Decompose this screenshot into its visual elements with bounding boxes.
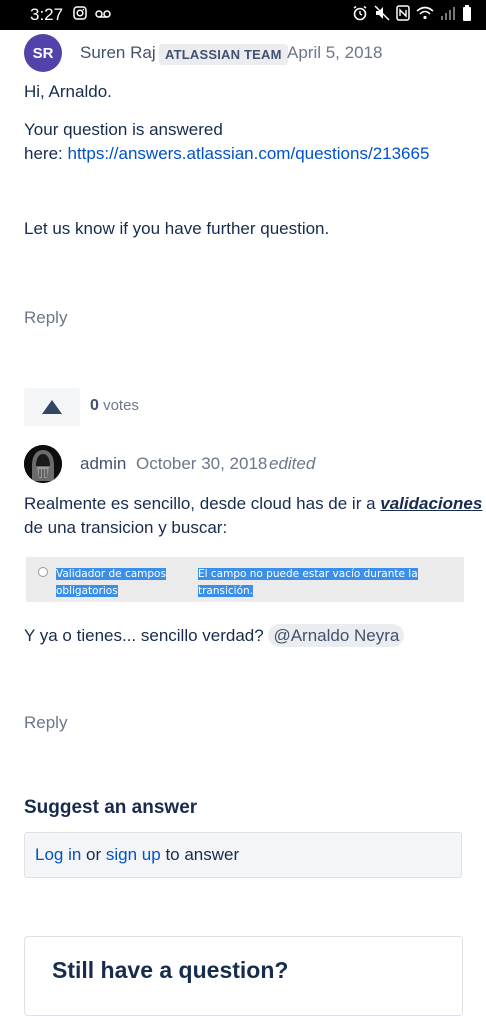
instagram-icon xyxy=(73,5,87,25)
or-text: or xyxy=(81,845,106,864)
embedded-field-description: El campo no puede estar vacío durante la… xyxy=(198,568,418,597)
mention-line: Y ya o tienes... sencillo verdad? @Arnal… xyxy=(24,624,405,648)
link-prefix: here: xyxy=(24,144,68,163)
alarm-icon xyxy=(352,5,368,26)
triangle-up-icon xyxy=(42,400,62,414)
login-link[interactable]: Log in xyxy=(35,845,81,865)
signal-icon xyxy=(440,6,456,25)
embedded-field-label: Validador de campos xyxy=(56,568,166,580)
admin-avatar[interactable] xyxy=(24,445,62,483)
question-card: Still have a question? xyxy=(24,936,463,1016)
upvote-button[interactable] xyxy=(24,388,80,426)
reply-button[interactable]: Reply xyxy=(24,713,67,733)
hooded-figure-icon xyxy=(24,445,62,483)
avatar[interactable]: SR xyxy=(24,34,62,72)
greeting-text: Hi, Arnaldo. xyxy=(24,82,112,101)
edited-label: edited xyxy=(269,454,316,473)
answer-link[interactable]: https://answers.atlassian.com/questions/… xyxy=(67,144,429,163)
post-date: October 30, 2018 xyxy=(136,454,268,473)
signup-link[interactable]: sign up xyxy=(106,845,161,865)
radio-icon xyxy=(38,567,48,577)
answer-link-line: here: https://answers.atlassian.com/ques… xyxy=(24,142,429,166)
vote-count: 0 votes xyxy=(90,397,139,415)
text-part3: Y ya o tienes... sencillo verdad? xyxy=(24,626,269,645)
vote-label: votes xyxy=(103,397,139,414)
author-name[interactable]: Suren Raj xyxy=(80,43,156,63)
answer-text: Your question is answered xyxy=(24,120,223,139)
status-bar: 3:27 xyxy=(0,0,486,30)
user-mention[interactable]: @Arnaldo Neyra xyxy=(268,624,405,647)
text-part1: Realmente es sencillo, desde cloud has d… xyxy=(24,494,381,513)
answer-text: Realmente es sencillo, desde cloud has d… xyxy=(24,492,482,516)
vote-number: 0 xyxy=(90,397,99,414)
emphasis-validaciones: validaciones xyxy=(380,494,483,513)
battery-icon xyxy=(462,4,472,26)
followup-text: Let us know if you have further question… xyxy=(24,219,330,238)
nfc-icon xyxy=(396,4,410,26)
mute-icon xyxy=(374,4,390,26)
to-answer-text: to answer xyxy=(160,845,240,864)
embedded-field-label-2: obligatorios xyxy=(56,585,118,597)
card-title: Still have a question? xyxy=(52,957,289,983)
status-time: 3:27 xyxy=(30,5,64,24)
suggest-title: Suggest an answer xyxy=(24,797,198,818)
reply-button[interactable]: Reply xyxy=(24,308,67,328)
embedded-screenshot: Validador de campos obligatorios El camp… xyxy=(26,557,464,602)
answer-text-line2: de una transicion y buscar: xyxy=(24,518,228,537)
author-name[interactable]: admin xyxy=(80,454,126,474)
team-badge: ATLASSIAN TEAM xyxy=(159,44,288,65)
wifi-icon xyxy=(416,6,434,25)
voicemail-icon xyxy=(95,6,111,24)
login-box: Log in or sign up to answer xyxy=(24,832,462,878)
post-date: April 5, 2018 xyxy=(287,43,383,62)
